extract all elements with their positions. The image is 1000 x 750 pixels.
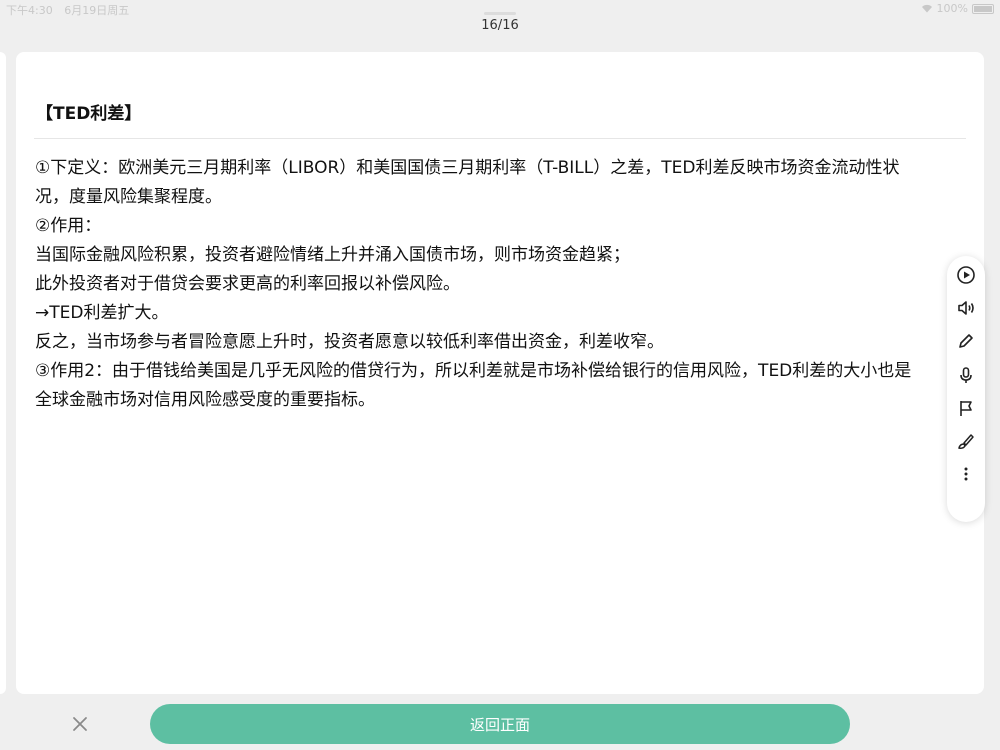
brush-icon	[958, 434, 974, 449]
previous-card-peek[interactable]	[0, 52, 6, 694]
more-icon	[964, 467, 968, 481]
status-left: 下午4:30 6月19日周五	[6, 2, 137, 18]
back-to-front-button[interactable]: 返回正面	[150, 704, 850, 744]
microphone-icon	[960, 367, 972, 383]
side-toolbar	[947, 256, 985, 522]
flag-icon	[960, 401, 972, 416]
flag-button[interactable]	[953, 395, 979, 421]
content-line: 全球金融市场对信用风险感受度的重要指标。	[35, 390, 375, 410]
content-line: ③作用2：由于借钱给美国是几乎无风险的借贷行为，所以利差就是市场补偿给银行的信用…	[35, 361, 912, 381]
content-line: 此外投资者对于借贷会要求更高的利率回报以补偿风险。	[35, 274, 460, 294]
content-line: ②作用：	[35, 216, 102, 236]
content-line: 况，度量风险集聚程度。	[35, 187, 222, 207]
close-icon	[73, 717, 87, 731]
content-line: 反之，当市场参与者冒险意愿上升时，投资者愿意以较低利率借出资金，利差收窄。	[35, 332, 664, 352]
content-line: ①下定义：欧洲美元三月期利率（LIBOR）和美国国债三月期利率（T-BILL）之…	[35, 158, 900, 178]
drag-handle[interactable]	[484, 12, 516, 15]
battery-icon	[972, 3, 994, 14]
page-indicator: 16/16	[481, 18, 519, 33]
play-icon	[957, 266, 975, 284]
more-button[interactable]	[953, 461, 979, 487]
brush-button[interactable]	[953, 428, 979, 454]
close-button[interactable]	[66, 710, 94, 738]
microphone-button[interactable]	[953, 362, 979, 388]
card-title: 【TED利差】	[36, 104, 142, 124]
content-line: 当国际金融风险积累，投资者避险情绪上升并涌入国债市场，则市场资金趋紧；	[35, 245, 630, 265]
speaker-icon	[958, 301, 974, 315]
speaker-button[interactable]	[953, 295, 979, 321]
wifi-icon	[921, 4, 932, 13]
card-content: ①下定义：欧洲美元三月期利率（LIBOR）和美国国债三月期利率（T-BILL）之…	[35, 154, 984, 415]
flashcard: 【TED利差】 ①下定义：欧洲美元三月期利率（LIBOR）和美国国债三月期利率（…	[16, 52, 984, 694]
play-button[interactable]	[953, 262, 979, 288]
status-right: 100%	[921, 2, 994, 15]
pencil-button[interactable]	[953, 328, 979, 354]
divider	[34, 138, 966, 139]
status-date: 6月19日周五	[64, 4, 130, 17]
battery-percent: 100%	[936, 2, 968, 15]
content-line: →TED利差扩大。	[35, 303, 169, 323]
status-bar: 下午4:30 6月19日周五 100%	[0, 0, 1000, 18]
status-time: 下午4:30	[6, 4, 53, 17]
pencil-icon	[959, 334, 973, 348]
